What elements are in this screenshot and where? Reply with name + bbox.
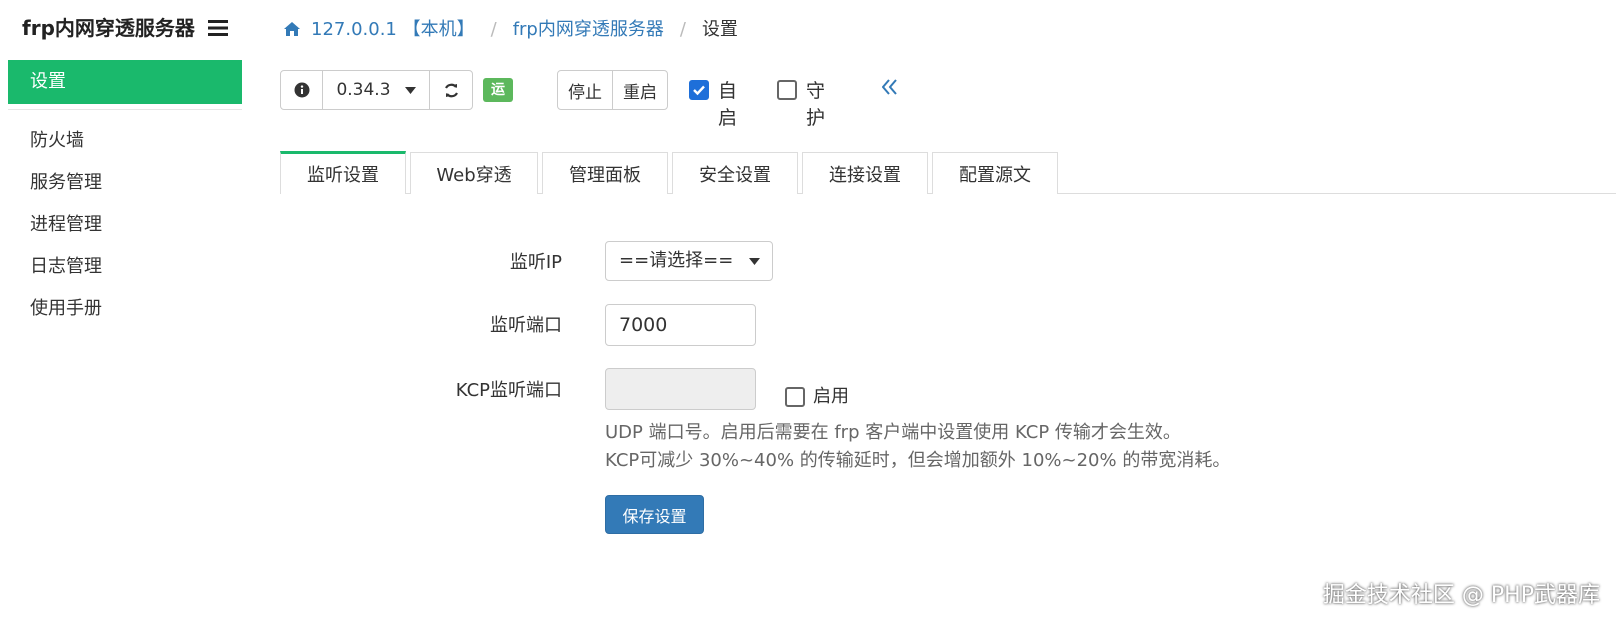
tab-security-settings[interactable]: 安全设置 xyxy=(672,152,798,194)
breadcrumb: 127.0.0.1 【本机】 / frp内网穿透服务器 / 设置 xyxy=(283,15,738,42)
breadcrumb-app-link[interactable]: frp内网穿透服务器 xyxy=(513,19,664,40)
tab-config-source[interactable]: 配置源文 xyxy=(932,152,1058,194)
kcp-port-input[interactable] xyxy=(605,368,756,410)
sidebar-item-manual[interactable]: 使用手册 xyxy=(30,294,102,320)
version-select[interactable]: 0.34.3 xyxy=(322,70,430,110)
listen-ip-label: 监听IP xyxy=(509,252,562,273)
breadcrumb-host-link[interactable]: 127.0.0.1 【本机】 xyxy=(311,19,475,40)
kcp-port-label: KCP监听端口 xyxy=(455,380,562,401)
listen-ip-value: ==请选择== xyxy=(619,250,734,271)
tab-bar: 监听设置 Web穿透 管理面板 安全设置 连接设置 配置源文 xyxy=(280,151,1616,194)
info-button[interactable] xyxy=(280,70,323,110)
brand: frp内网穿透服务器 xyxy=(22,12,228,42)
listen-port-label: 监听端口 xyxy=(490,315,562,336)
caret-down-icon xyxy=(404,86,416,94)
caret-down-icon xyxy=(749,258,760,265)
checkmark-icon xyxy=(693,85,705,96)
hamburger-icon[interactable] xyxy=(207,18,228,42)
sidebar-item-service-management[interactable]: 服务管理 xyxy=(30,168,102,194)
double-chevron-left-icon[interactable] xyxy=(881,78,898,100)
home-icon[interactable] xyxy=(283,21,301,42)
breadcrumb-current: 设置 xyxy=(701,19,738,40)
guard-label: 守护 xyxy=(806,80,826,129)
kcp-enable-label: 启用 xyxy=(813,386,849,407)
kcp-help-line-1: UDP 端口号。启用后需要在 frp 客户端中设置使用 KCP 传输才会生效。 xyxy=(605,422,1181,443)
kcp-enable-checkbox[interactable] xyxy=(785,387,805,407)
refresh-button[interactable] xyxy=(429,70,473,110)
status-badge: 运行中 xyxy=(483,78,513,146)
autostart-checkbox[interactable] xyxy=(689,80,709,100)
sidebar-item-log-management[interactable]: 日志管理 xyxy=(30,252,102,278)
listen-port-input[interactable]: 7000 xyxy=(605,304,756,346)
brand-title: frp内网穿透服务器 xyxy=(22,16,195,40)
sidebar-divider xyxy=(8,109,242,110)
sidebar: frp内网穿透服务器 设置 防火墙 服务管理 进程管理 日志管理 使用手册 xyxy=(0,0,242,623)
tab-listen-settings[interactable]: 监听设置 xyxy=(280,151,406,194)
stop-button[interactable]: 停止 xyxy=(557,70,613,110)
breadcrumb-separator: / xyxy=(490,19,497,40)
guard-checkbox[interactable] xyxy=(777,80,797,100)
info-icon xyxy=(294,82,309,98)
version-value: 0.34.3 xyxy=(336,80,391,100)
sidebar-item-settings[interactable]: 设置 xyxy=(8,60,242,104)
watermark: 掘金技术社区 @ PHP武器库 xyxy=(1322,583,1600,608)
listen-ip-select[interactable]: ==请选择== xyxy=(605,241,773,281)
save-settings-button[interactable]: 保存设置 xyxy=(605,495,704,534)
tab-web-tunnel[interactable]: Web穿透 xyxy=(410,152,538,194)
tab-connection-settings[interactable]: 连接设置 xyxy=(802,152,928,194)
restart-button[interactable]: 重启 xyxy=(612,70,668,110)
breadcrumb-separator: / xyxy=(679,19,686,40)
autostart-label: 自启 xyxy=(718,80,738,129)
tab-admin-panel[interactable]: 管理面板 xyxy=(542,152,668,194)
sidebar-item-process-management[interactable]: 进程管理 xyxy=(30,210,102,236)
sidebar-item-firewall[interactable]: 防火墙 xyxy=(30,126,84,152)
refresh-icon xyxy=(444,83,458,97)
kcp-help-line-2: KCP可减少 30%~40% 的传输延时，但会增加额外 10%~20% 的带宽消… xyxy=(605,450,1231,471)
